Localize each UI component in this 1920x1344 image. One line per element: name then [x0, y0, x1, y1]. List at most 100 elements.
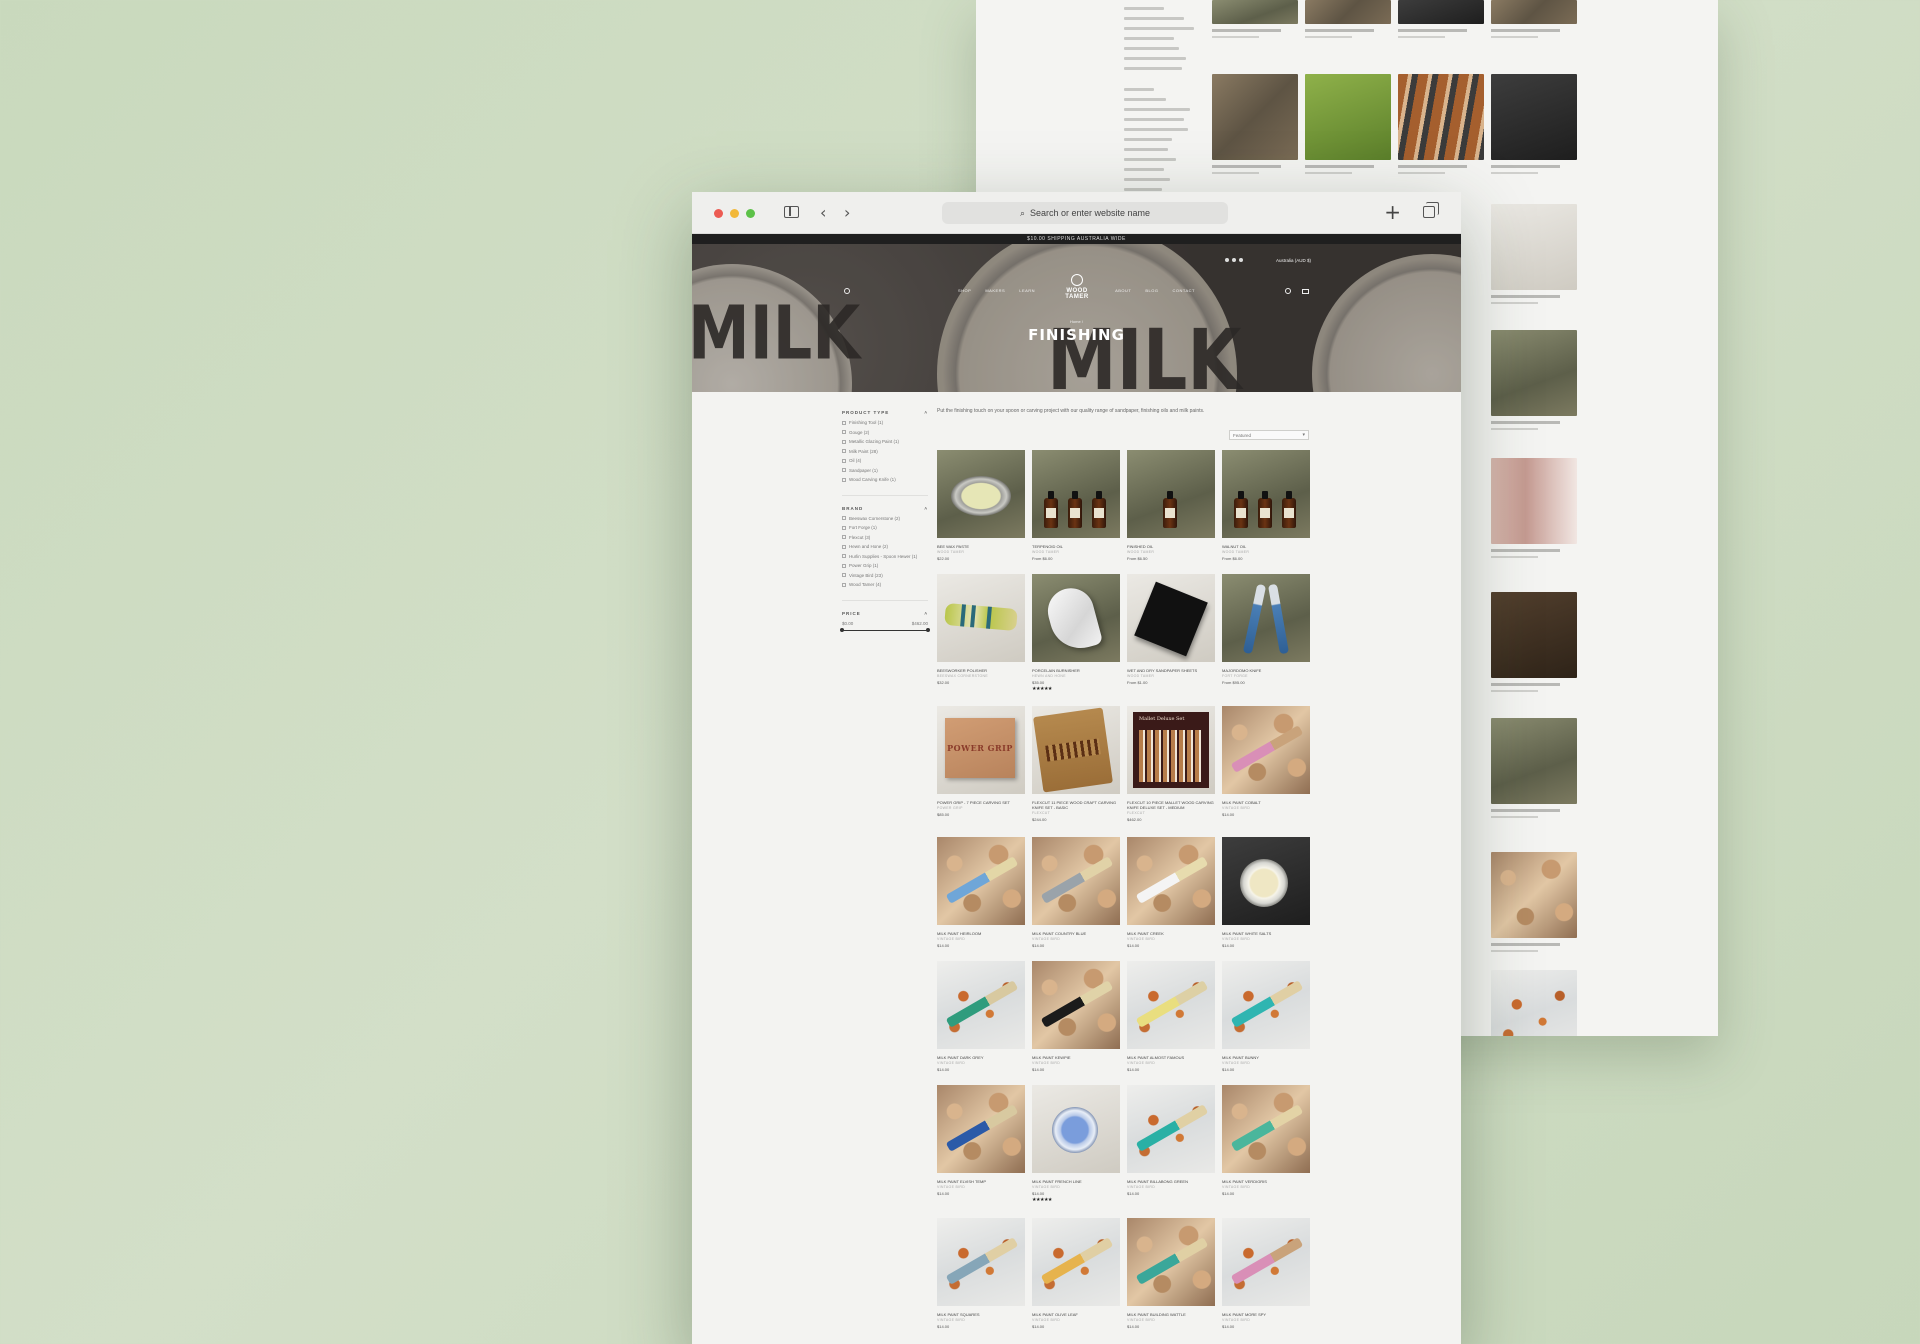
product-image[interactable] — [1032, 837, 1120, 925]
product-image[interactable] — [937, 450, 1025, 538]
product-type-filter-option[interactable]: Metallic Glazing Paint (1) — [842, 439, 928, 444]
address-bar[interactable]: ⌕ Search or enter website name — [942, 202, 1228, 224]
brand-filter-option[interactable]: Beeswax Cornerstone (2) — [842, 516, 928, 521]
product-card[interactable]: MILK PAINT HEIRLOOM VINTAGE BIRD $14.00 — [937, 837, 1025, 948]
product-image[interactable] — [1127, 1085, 1215, 1173]
nav-item-makers[interactable]: MAKERS — [985, 288, 1005, 293]
sort-select[interactable]: Featured — [1229, 430, 1309, 440]
product-card[interactable]: MILK PAINT DARK GREY VINTAGE BIRD $14.00 — [937, 961, 1025, 1072]
nav-item-shop[interactable]: SHOP — [958, 288, 971, 293]
instagram-icon[interactable] — [1225, 258, 1229, 262]
nav-item-about[interactable]: ABOUT — [1115, 288, 1131, 293]
product-name[interactable]: WET AND DRY SANDPAPER SHEETS — [1127, 668, 1215, 673]
nav-item-learn[interactable]: LEARN — [1019, 288, 1035, 293]
close-window-button[interactable] — [714, 209, 723, 218]
filter-header[interactable]: PRODUCT TYPE ˄ — [842, 410, 928, 415]
product-card[interactable]: MAJORDOMO KNIFE FORT FORGE From $95.00 — [1222, 574, 1310, 685]
product-name[interactable]: MILK PAINT OLIVE LEAF — [1032, 1312, 1120, 1317]
product-image[interactable] — [1222, 450, 1310, 538]
product-card[interactable]: MILK PAINT WHITE SALTS VINTAGE BIRD $14.00 — [1222, 837, 1310, 948]
product-name[interactable]: MILK PAINT COBALT — [1222, 800, 1310, 805]
breadcrumb[interactable]: Home / — [692, 319, 1461, 324]
product-name[interactable]: MILK PAINT ALMOST FAMOUS — [1127, 1055, 1215, 1060]
product-image[interactable] — [937, 574, 1025, 662]
product-name[interactable]: BEESWORKER POLISHER — [937, 668, 1025, 673]
product-type-filter-option[interactable]: Sandpaper (1) — [842, 468, 928, 473]
product-name[interactable]: MILK PAINT SQUARES — [937, 1312, 1025, 1317]
product-card[interactable]: MILK PAINT OLIVE LEAF VINTAGE BIRD $14.00 — [1032, 1218, 1120, 1329]
product-image[interactable] — [1127, 837, 1215, 925]
product-card[interactable]: MILK PAINT SQUARES VINTAGE BIRD $14.00 — [937, 1218, 1025, 1329]
product-image[interactable] — [937, 837, 1025, 925]
product-image[interactable] — [937, 1218, 1025, 1306]
checkbox[interactable] — [842, 468, 846, 472]
product-type-filter-option[interactable]: Finishing Tool (1) — [842, 420, 928, 425]
filter-header[interactable]: PRICE ˄ — [842, 611, 928, 616]
product-card[interactable]: MILK PAINT ELVISH TEMP VINTAGE BIRD $14.00 — [937, 1085, 1025, 1196]
checkbox[interactable] — [842, 563, 846, 568]
product-image[interactable] — [1222, 837, 1310, 925]
product-card[interactable]: MILK PAINT ALMOST FAMOUS VINTAGE BIRD $14.… — [1127, 961, 1215, 1072]
product-name[interactable]: MILK PAINT DARK GREY — [937, 1055, 1025, 1060]
product-type-filter-option[interactable]: Wood Carving Knife (1) — [842, 477, 928, 482]
checkbox[interactable] — [842, 525, 846, 530]
checkbox[interactable] — [842, 516, 846, 520]
product-name[interactable]: MILK PAINT CREEK — [1127, 931, 1215, 936]
region-selector[interactable]: Australia (AUD $) — [1276, 258, 1311, 263]
product-image[interactable]: POWER GRIP — [937, 706, 1025, 794]
nav-item-blog[interactable]: BLOG — [1145, 288, 1158, 293]
product-image[interactable] — [1222, 574, 1310, 662]
product-card[interactable]: BEESWORKER POLISHER BEESWAX CORNERSTONE $3… — [937, 574, 1025, 685]
brand-filter-option[interactable]: Power Grip (1) — [842, 563, 928, 568]
product-type-filter-option[interactable]: Oil (4) — [842, 458, 928, 463]
product-card[interactable]: FLEXCUT 11 PIECE WOOD CRAFT CARVING KNIF… — [1032, 706, 1120, 822]
product-name[interactable]: MILK PAINT BUNNY — [1222, 1055, 1310, 1060]
product-name[interactable]: WALNUT OIL — [1222, 544, 1310, 549]
checkbox[interactable] — [842, 477, 846, 482]
product-image[interactable] — [937, 1085, 1025, 1173]
checkbox[interactable] — [842, 458, 846, 463]
tab-overview-icon[interactable] — [1423, 202, 1439, 218]
sidebar-toggle-icon[interactable] — [784, 206, 799, 218]
product-name[interactable]: FINISHED OIL — [1127, 544, 1215, 549]
product-image[interactable] — [1032, 961, 1120, 1049]
product-card[interactable]: MILK PAINT MORE SPY VINTAGE BIRD $14.00 — [1222, 1218, 1310, 1329]
product-name[interactable]: MILK PAINT FRENCH LINE — [1032, 1179, 1120, 1184]
forward-arrow-icon[interactable]: › — [844, 203, 850, 222]
product-name[interactable]: PORCELAIN BURNISHER — [1032, 668, 1120, 673]
product-image[interactable] — [937, 961, 1025, 1049]
brand-filter-option[interactable]: Hewn and Hone (2) — [842, 544, 928, 549]
product-image[interactable] — [1222, 706, 1310, 794]
checkbox[interactable] — [842, 573, 846, 577]
product-image[interactable] — [1032, 450, 1120, 538]
price-range-slider[interactable] — [840, 628, 930, 632]
checkbox[interactable] — [842, 544, 846, 549]
product-name[interactable]: FLEXCUT 11 PIECE WOOD CRAFT CARVING KNIF… — [1032, 800, 1120, 810]
brand-filter-option[interactable]: Fort Forge (1) — [842, 525, 928, 530]
filter-header[interactable]: BRAND ˄ — [842, 506, 928, 511]
product-image[interactable] — [1032, 706, 1120, 794]
product-image[interactable] — [1127, 961, 1215, 1049]
product-name[interactable]: MILK PAINT HEIRLOOM — [937, 931, 1025, 936]
checkbox[interactable] — [842, 582, 846, 587]
product-card[interactable]: WET AND DRY SANDPAPER SHEETS WOOD TAMER Fr… — [1127, 574, 1215, 685]
product-card[interactable]: TERPENOID OIL WOOD TAMER From $6.00 — [1032, 450, 1120, 561]
brand-filter-option[interactable]: Wood Tamer (4) — [842, 582, 928, 587]
product-card[interactable]: MILK PAINT COBALT VINTAGE BIRD $14.00 — [1222, 706, 1310, 817]
product-name[interactable]: POWER GRIP - 7 PIECE CARVING SET — [937, 800, 1025, 805]
product-image[interactable] — [1032, 1085, 1120, 1173]
new-tab-button[interactable]: + — [1384, 200, 1401, 224]
product-name[interactable]: MILK PAINT ELVISH TEMP — [937, 1179, 1025, 1184]
product-image[interactable] — [1127, 574, 1215, 662]
product-type-filter-option[interactable]: Gouge (2) — [842, 430, 928, 435]
product-card[interactable]: FLEXCUT 10 PIECE MALLET WOOD CARVING KNI… — [1127, 706, 1215, 822]
product-image[interactable] — [1222, 961, 1310, 1049]
product-image[interactable] — [1222, 1218, 1310, 1306]
product-name[interactable]: TERPENOID OIL — [1032, 544, 1120, 549]
product-card[interactable]: MILK PAINT CREEK VINTAGE BIRD $14.00 — [1127, 837, 1215, 948]
product-card[interactable]: FINISHED OIL WOOD TAMER From $6.50 — [1127, 450, 1215, 561]
nav-item-contact[interactable]: CONTACT — [1172, 288, 1195, 293]
youtube-icon[interactable] — [1239, 258, 1243, 262]
checkbox[interactable] — [842, 439, 846, 444]
brand-filter-option[interactable]: Hurlin Supplies - Spoon Hewer (1) — [842, 554, 928, 559]
